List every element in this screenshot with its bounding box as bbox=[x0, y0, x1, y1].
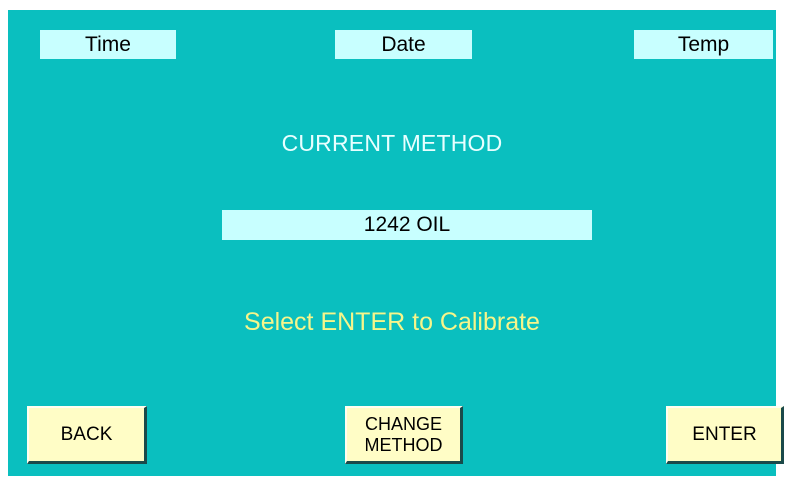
calibration-screen: Time Date Temp CURRENT METHOD 1242 OIL S… bbox=[8, 10, 784, 476]
temp-display: Temp bbox=[634, 30, 773, 59]
time-display: Time bbox=[40, 30, 176, 59]
current-method-value: 1242 OIL bbox=[222, 210, 592, 240]
date-display: Date bbox=[335, 30, 472, 59]
change-method-button[interactable]: CHANGE METHOD bbox=[345, 406, 463, 464]
calibrate-prompt: Select ENTER to Calibrate bbox=[244, 308, 540, 336]
back-button[interactable]: BACK bbox=[27, 406, 147, 464]
enter-button[interactable]: ENTER bbox=[666, 406, 784, 464]
current-method-heading: CURRENT METHOD bbox=[281, 130, 503, 156]
